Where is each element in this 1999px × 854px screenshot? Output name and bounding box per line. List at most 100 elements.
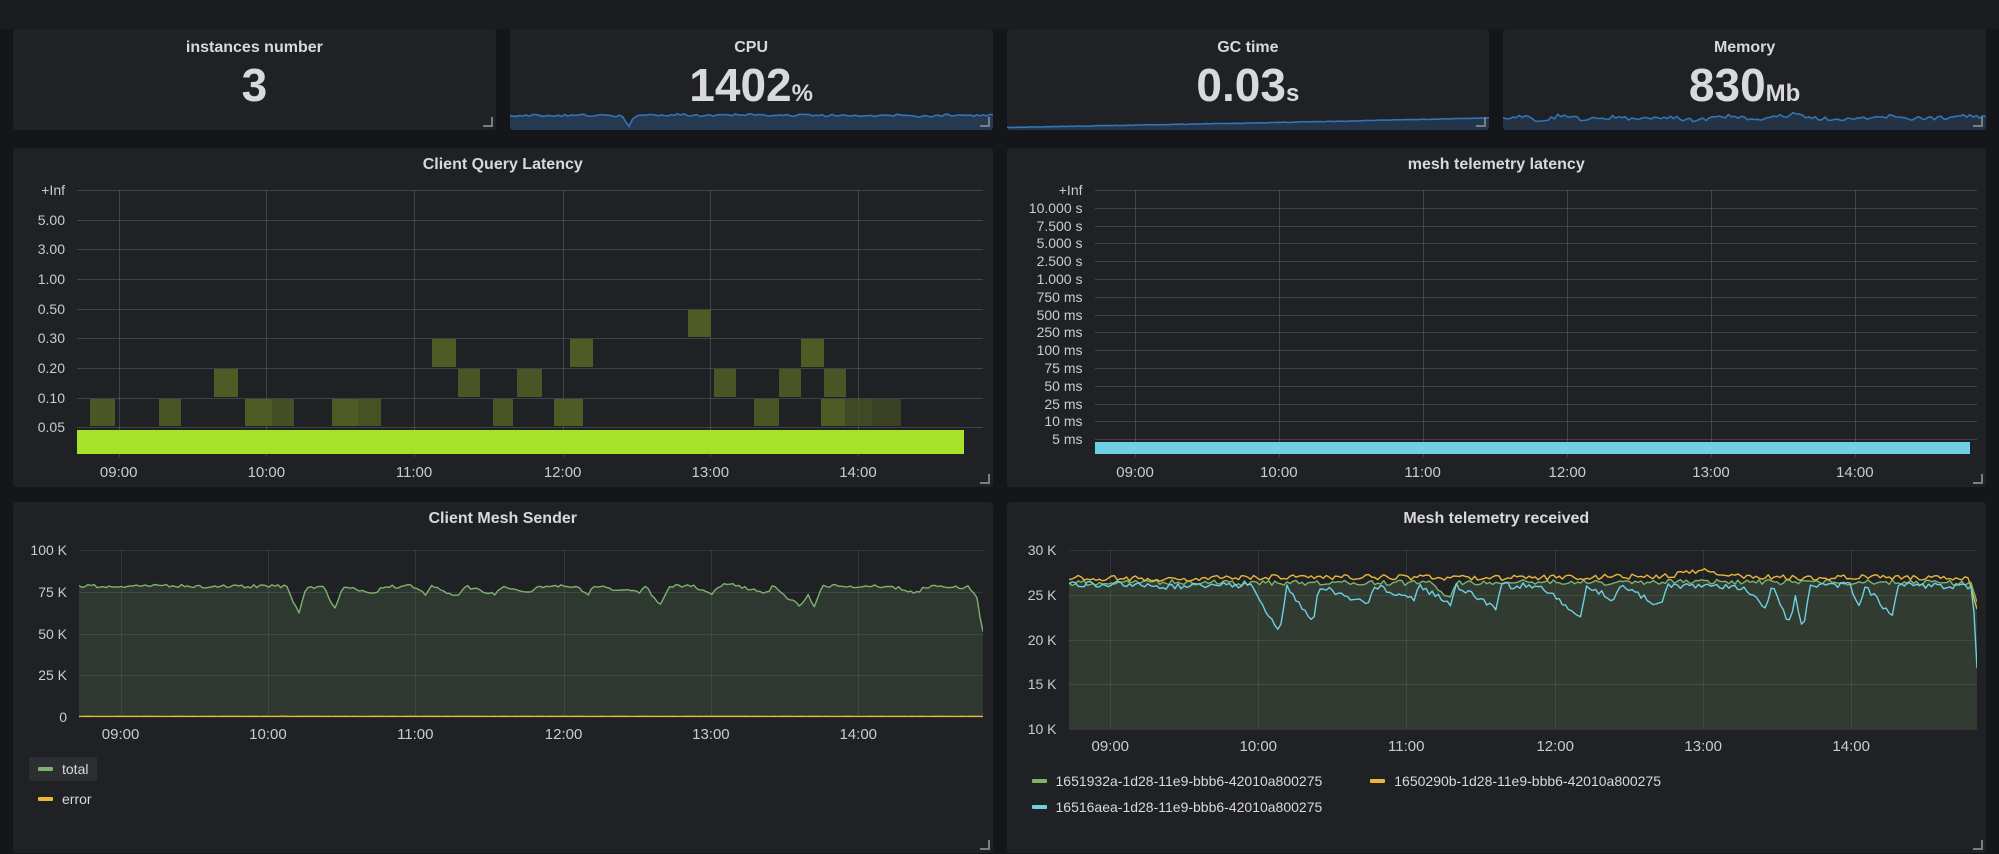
legend-label: 1650290b-1d28-11e9-bbb6-42010a800275 [1394,773,1661,789]
panel-resize-handle[interactable] [980,840,990,850]
heatmap-cell [332,399,357,427]
panel-title[interactable]: Client Query Latency [13,148,993,182]
x-axis-label: 10:00 [1239,738,1277,755]
x-axis-label: 13:00 [692,726,730,743]
heatmap-cell [90,399,115,427]
grid-line-h [1095,386,1977,387]
client-query-latency-heatmap[interactable]: 09:0010:0011:0012:0013:0014:00+Inf5.003.… [13,182,993,487]
legend-item[interactable]: 1650290b-1d28-11e9-bbb6-42010a800275 [1361,769,1670,793]
grid-line-h [1095,332,1977,333]
panel-mesh-telemetry-latency: mesh telemetry latency 09:0010:0011:0012… [1007,148,1987,487]
y-axis-label: 50 ms [1007,378,1083,394]
client-mesh-sender-plot [79,550,983,717]
series-fill [79,584,983,717]
y-axis-label: 5.000 s [1007,235,1083,251]
y-axis-label: 25 K [13,667,67,683]
x-axis-label: 12:00 [544,464,582,481]
grid-line-h [1095,439,1977,440]
y-axis-label: 30 K [1007,542,1057,558]
x-axis-label: 14:00 [839,464,877,481]
grid-line-v [1279,190,1280,457]
legend-item[interactable]: error [29,787,101,811]
grid-line-h [1095,279,1977,280]
grid-line-v [414,190,415,457]
legend-label: 1651932a-1d28-11e9-bbb6-42010a800275 [1056,773,1323,789]
panel-gc-time: GC time 0.03s [1007,29,1490,130]
panel-memory: Memory 830Mb [1503,29,1986,130]
x-axis-label: 10:00 [248,464,286,481]
grid-line-h [1095,226,1977,227]
x-axis-label: 12:00 [1536,738,1574,755]
panel-resize-handle[interactable] [1973,840,1983,850]
mesh-telemetry-latency-heatmap[interactable]: 09:0010:0011:0012:0013:0014:00+Inf10.000… [1007,182,1987,487]
panel-client-mesh-sender: Client Mesh Sender 09:0010:0011:0012:001… [13,502,993,853]
panel-client-query-latency: Client Query Latency 09:00 10:00 11:00 12:0… [13,148,993,487]
panel-title[interactable]: CPU [510,29,993,59]
panel-cpu: CPU 1402% [510,29,993,130]
mesh-telemetry-received-graph[interactable]: 09:0010:0011:0012:0013:0014:0010 K15 K20… [1007,536,1987,763]
y-axis-label: 7.500 s [1007,218,1083,234]
y-axis-label: 10 ms [1007,413,1083,429]
y-axis-label: 100 K [13,542,67,558]
heatmap-cell [554,399,582,427]
x-axis-label: 14:00 [1836,464,1874,481]
heatmap-cell [358,399,381,427]
graph-row: Client Mesh Sender 09:0010:0011:0012:001… [0,502,1999,853]
x-axis-label: 13:00 [1692,464,1730,481]
panel-title[interactable]: instances number [13,29,496,59]
legend-item[interactable]: 16516aea-1d28-11e9-bbb6-42010a800275 [1023,795,1332,819]
dashboard-top-strip [0,0,1999,29]
x-axis-label: 11:00 [397,726,433,743]
grid-line-v [1567,190,1568,457]
mesh-telemetry-received-legend: 1651932a-1d28-11e9-bbb6-42010a800275 1650… [1007,763,1987,853]
grid-line-v [119,190,120,457]
y-axis-label: 75 K [13,584,67,600]
panel-title[interactable]: Mesh telemetry received [1007,502,1987,536]
y-axis-label: 10 K [1007,721,1057,737]
legend-item[interactable]: 1651932a-1d28-11e9-bbb6-42010a800275 [1023,769,1332,793]
legend-label: 16516aea-1d28-11e9-bbb6-42010a800275 [1056,799,1323,815]
y-axis-label: +Inf [1007,182,1083,198]
panel-resize-handle[interactable] [1476,117,1486,127]
y-axis-label: 0.10 [13,390,65,406]
y-axis-label: 1.000 s [1007,271,1083,287]
heatmap-bottom-bar [77,430,964,454]
legend-swatch [38,767,53,771]
legend-label: error [62,791,92,807]
legend-item[interactable]: total [29,757,97,781]
y-axis-label: 50 K [13,626,67,642]
stat-value: 3 [13,59,496,120]
heatmap-bottom-bar [1095,442,1971,454]
x-axis-label: 11:00 [1404,464,1440,481]
panel-title[interactable]: Client Mesh Sender [13,502,993,536]
grid-line-v [1855,190,1856,457]
panel-resize-handle[interactable] [980,117,990,127]
panel-resize-handle[interactable] [483,117,493,127]
y-axis-label: 75 ms [1007,360,1083,376]
y-axis-label: 1.00 [13,271,65,287]
x-axis-label: 09:00 [100,464,138,481]
panel-title[interactable]: mesh telemetry latency [1007,148,1987,182]
panel-resize-handle[interactable] [1973,117,1983,127]
legend-swatch [1032,805,1047,809]
y-axis-label: 3.00 [13,241,65,257]
panel-resize-handle[interactable] [1973,474,1983,484]
grid-line-h [77,220,983,221]
x-axis-label: 11:00 [396,464,432,481]
grid-line-h [1095,297,1977,298]
client-mesh-sender-graph[interactable]: 09:0010:0011:0012:0013:0014:00025 K50 K7… [13,536,993,751]
x-axis-label: 14:00 [839,726,877,743]
stat-value: 830Mb [1503,59,1986,120]
heatmap-cell [821,399,845,427]
heatmap-cell [159,399,182,427]
stat-row: instances number 3 CPU 1402% GC time 0.0… [0,29,1999,130]
panel-title[interactable]: GC time [1007,29,1490,59]
y-axis-label: 750 ms [1007,289,1083,305]
panel-resize-handle[interactable] [980,474,990,484]
panel-title[interactable]: Memory [1503,29,1986,59]
legend-swatch [1032,779,1047,783]
panel-instances-number: instances number 3 [13,29,496,130]
legend-label: total [62,761,88,777]
heatmap-cell [779,369,801,397]
y-axis-label: +Inf [13,182,65,198]
